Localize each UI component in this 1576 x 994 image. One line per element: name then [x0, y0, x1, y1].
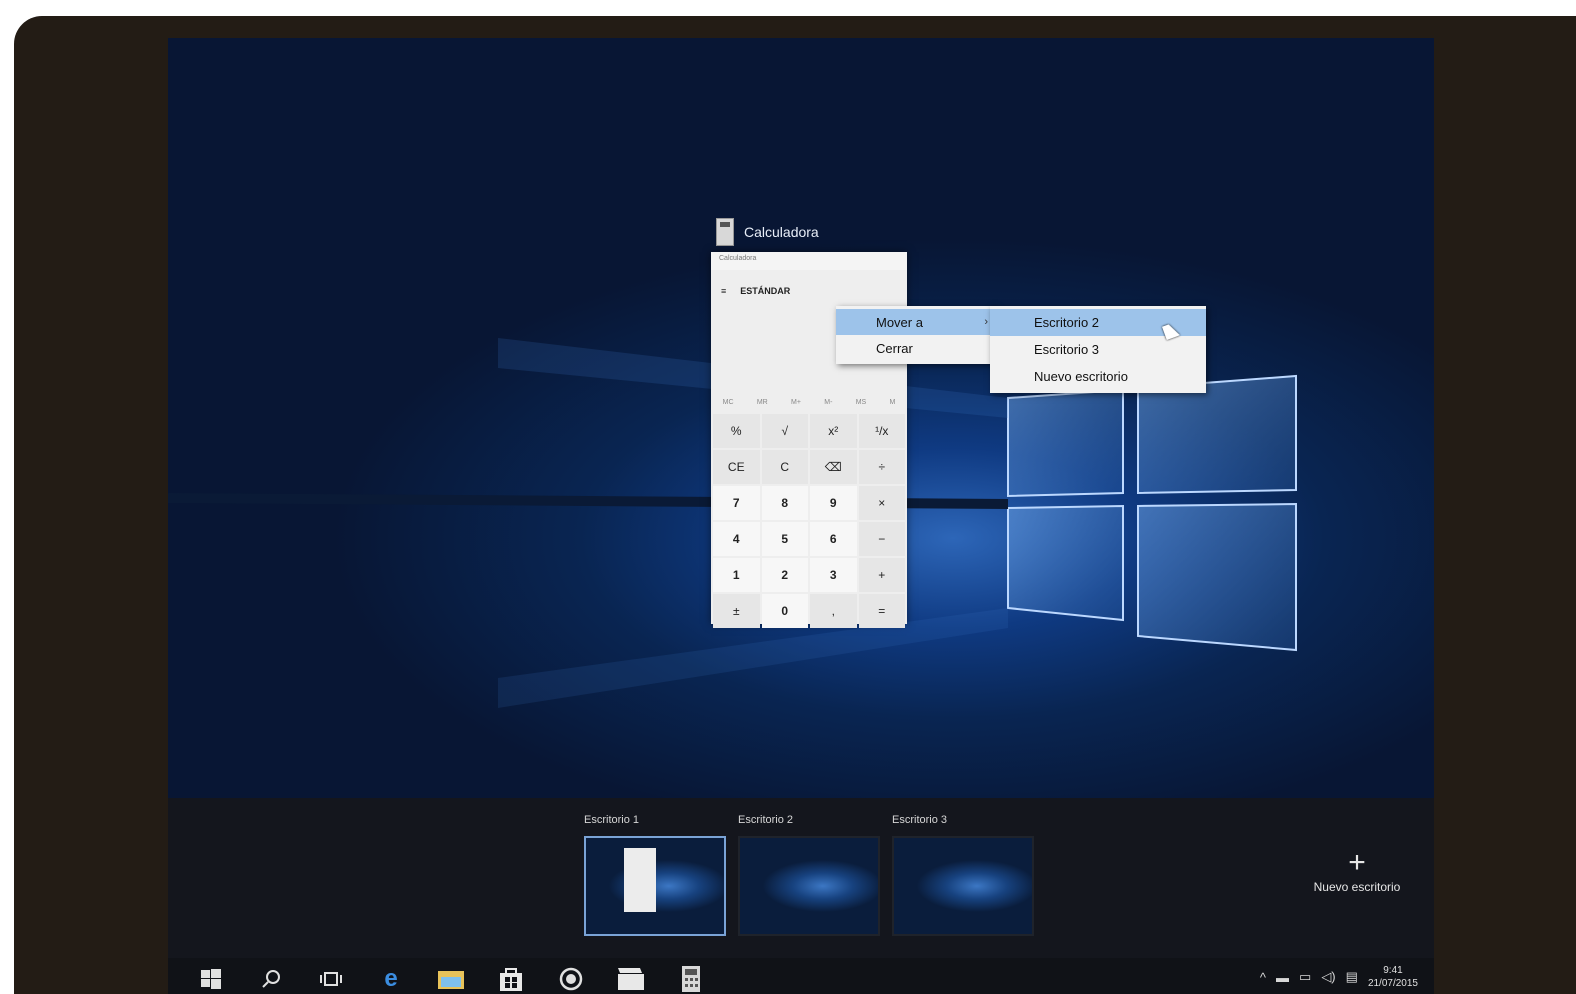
search-icon[interactable]: [256, 964, 286, 994]
chevron-up-icon[interactable]: ^: [1260, 970, 1266, 985]
context-menu: Mover a › Cerrar: [836, 306, 996, 364]
calculator-key[interactable]: ¹/x: [858, 414, 905, 448]
desktop-2-label: Escritorio 2: [738, 814, 794, 826]
calculator-key[interactable]: ÷: [858, 450, 905, 484]
context-menu-item[interactable]: Mover a ›: [836, 309, 996, 335]
calculator-key[interactable]: −: [858, 522, 905, 556]
calculator-key[interactable]: ⌫: [810, 450, 857, 484]
calculator-key[interactable]: 7: [713, 486, 760, 520]
memory-key[interactable]: M+: [791, 399, 801, 406]
calculator-titlebar: Calculadora: [711, 252, 907, 270]
submenu-item[interactable]: Nuevo escritorio: [990, 363, 1206, 390]
calculator-key[interactable]: 5: [761, 522, 808, 556]
calculator-window-title[interactable]: Calculadora: [716, 218, 819, 246]
task-view-desktops-strip: Escritorio 1 Escritorio 2 Escritorio 3 +…: [168, 798, 1434, 958]
volume-icon[interactable]: ◁): [1321, 969, 1335, 985]
new-desktop-label: Nuevo escritorio: [1313, 880, 1401, 894]
desktop-3-label: Escritorio 3: [892, 814, 948, 826]
chevron-right-icon: ›: [984, 316, 988, 328]
calculator-mode: ESTÁNDAR: [740, 286, 791, 296]
desktop-1-label: Escritorio 1: [584, 814, 640, 826]
task-view-icon[interactable]: [316, 964, 346, 994]
calculator-key[interactable]: ×: [858, 486, 905, 520]
taskbar: e ^ ▬ ▭ ◁) ▤ 9:41 21/07/2015: [168, 958, 1434, 994]
memory-key[interactable]: MS: [856, 399, 867, 406]
desktop-2-thumbnail[interactable]: [738, 836, 880, 936]
calculator-key[interactable]: C: [761, 450, 808, 484]
context-menu-item-label: Mover a: [876, 314, 923, 330]
clock[interactable]: 9:41 21/07/2015: [1368, 964, 1418, 990]
notifications-icon[interactable]: ▤: [1346, 969, 1358, 985]
calculator-key[interactable]: CE: [713, 450, 760, 484]
store-icon[interactable]: [496, 964, 526, 994]
memory-key[interactable]: MR: [757, 399, 768, 406]
calculator-key[interactable]: 6: [810, 522, 857, 556]
memory-key[interactable]: M: [890, 399, 896, 406]
calculator-key[interactable]: 9: [810, 486, 857, 520]
calculator-icon: [716, 218, 734, 246]
edge-icon[interactable]: e: [376, 964, 406, 994]
clock-date: 21/07/2015: [1367, 978, 1418, 989]
desktop-1-thumbnail[interactable]: [584, 836, 726, 936]
calculator-key[interactable]: x²: [810, 414, 857, 448]
system-tray: ^ ▬ ▭ ◁) ▤ 9:41 21/07/2015: [1260, 964, 1418, 990]
device-frame: Calculadora Calculadora ≡ ESTÁNDAR MC MR M…: [14, 16, 1576, 994]
memory-key[interactable]: MC: [723, 399, 734, 406]
calculator-key[interactable]: 1: [713, 558, 760, 592]
hamburger-menu-icon: ≡: [721, 286, 727, 296]
desktop-3-thumbnail[interactable]: [892, 836, 1034, 936]
memory-row: MC MR M+ M- MS M: [711, 392, 907, 412]
movies-icon[interactable]: [616, 964, 646, 994]
calculator-taskbar-icon[interactable]: [676, 964, 706, 994]
calculator-key[interactable]: 8: [761, 486, 808, 520]
calculator-title-text: Calculadora: [744, 224, 819, 240]
calculator-key[interactable]: +: [858, 558, 905, 592]
calculator-key[interactable]: 4: [713, 522, 760, 556]
new-desktop-button[interactable]: + Nuevo escritorio: [1292, 848, 1422, 896]
windows-start-icon[interactable]: [196, 964, 226, 994]
desktop-screen: Calculadora Calculadora ≡ ESTÁNDAR MC MR M…: [168, 38, 1434, 994]
calculator-key[interactable]: 0: [761, 594, 808, 628]
calculator-key[interactable]: %: [713, 414, 760, 448]
calculator-keypad: % √ x² ¹/x CE C ⌫ ÷ 7 8 9 × 4 5 6− 1 2 3 + ±0, =: [711, 412, 907, 630]
clock-time: 9:41: [1383, 965, 1403, 976]
plus-icon: +: [1348, 846, 1366, 879]
media-player-icon[interactable]: [556, 964, 586, 994]
context-submenu: Escritorio 2 Escritorio 3 Nuevo escritorio: [990, 306, 1206, 393]
calculator-key[interactable]: 3: [810, 558, 857, 592]
network-icon[interactable]: ▬: [1276, 970, 1289, 985]
file-explorer-icon[interactable]: [436, 964, 466, 994]
calculator-key[interactable]: √: [761, 414, 808, 448]
mini-calculator-window: [624, 848, 656, 912]
calculator-key[interactable]: =: [858, 594, 905, 628]
calculator-key[interactable]: ±: [713, 594, 760, 628]
memory-key[interactable]: M-: [824, 399, 832, 406]
context-menu-item-label: Cerrar: [876, 340, 913, 356]
context-menu-item[interactable]: Cerrar: [836, 335, 996, 361]
calculator-key[interactable]: ,: [810, 594, 857, 628]
calculator-key[interactable]: 2: [761, 558, 808, 592]
submenu-item[interactable]: Escritorio 3: [990, 336, 1206, 363]
monitor-icon[interactable]: ▭: [1299, 969, 1311, 985]
